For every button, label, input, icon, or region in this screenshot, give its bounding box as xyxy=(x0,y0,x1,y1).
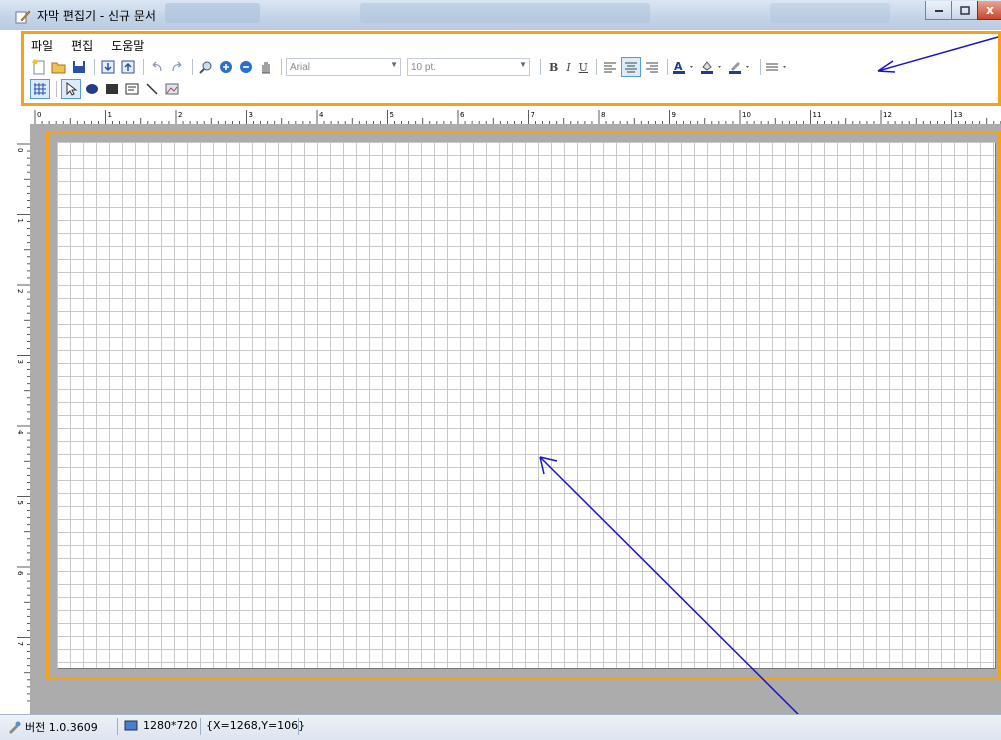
save-icon[interactable] xyxy=(70,58,88,76)
background-blur xyxy=(770,3,890,23)
export-icon[interactable] xyxy=(119,58,137,76)
font-size-value: 10 pt. xyxy=(411,61,437,73)
resolution-text: 1280*720 xyxy=(143,719,198,732)
ruler-label: 5 xyxy=(17,501,24,505)
ruler-label: 13 xyxy=(954,111,963,119)
ruler-label: 2 xyxy=(17,289,24,293)
status-separator xyxy=(200,718,201,735)
coords-text: {X=1268,Y=106} xyxy=(206,719,306,732)
menu-help[interactable]: 도움말 xyxy=(111,37,144,55)
ruler-label: 0 xyxy=(37,111,41,119)
window-title: 자막 편집기 - 신규 문서 xyxy=(37,9,156,23)
font-size-select[interactable]: 10 pt. ▼ xyxy=(407,58,530,76)
chevron-down-icon: ▼ xyxy=(390,60,398,69)
version-text: 버전 1.0.3609 xyxy=(25,721,98,734)
ruler-label: 4 xyxy=(319,111,324,119)
font-color-icon[interactable]: A xyxy=(672,58,698,76)
subtitle-canvas[interactable] xyxy=(57,142,995,668)
toolbar-separator xyxy=(56,81,57,97)
main-toolbar: Arial ▼ 10 pt. ▼ B I U A xyxy=(30,57,793,77)
horizontal-ruler-ticks: 0 1 2 3 4 5 6 7 8 9 10 11 12 13 xyxy=(34,110,1001,124)
ruler-label: 7 xyxy=(17,642,24,646)
zoom-out-icon[interactable] xyxy=(237,58,255,76)
ruler-label: 1 xyxy=(17,219,24,223)
ruler-label: 7 xyxy=(531,111,535,119)
zoom-icon[interactable] xyxy=(197,58,215,76)
ruler-label: 3 xyxy=(249,111,253,119)
status-separator xyxy=(298,718,299,735)
status-version: 버전 1.0.3609 xyxy=(7,719,98,735)
ruler-label: 2 xyxy=(178,111,182,119)
ellipse-tool-icon[interactable] xyxy=(83,80,101,98)
background-blur xyxy=(165,3,260,23)
status-coords: {X=1268,Y=106} xyxy=(206,719,305,732)
chevron-down-icon: ▼ xyxy=(519,60,527,69)
text-box-tool-icon[interactable] xyxy=(123,80,141,98)
font-family-select[interactable]: Arial ▼ xyxy=(286,58,401,76)
line-color-icon[interactable] xyxy=(728,58,754,76)
align-right-icon[interactable] xyxy=(643,58,661,76)
close-icon: x xyxy=(986,3,994,17)
toolbar-separator xyxy=(143,59,144,75)
ruler-label: 6 xyxy=(17,571,24,576)
ruler-label: 8 xyxy=(601,111,605,119)
monitor-icon xyxy=(124,720,138,730)
maximize-button[interactable] xyxy=(951,1,978,20)
minimize-button[interactable] xyxy=(925,1,952,20)
ruler-label: 5 xyxy=(390,111,394,119)
open-folder-icon[interactable] xyxy=(50,58,68,76)
horizontal-ruler: 0 1 2 3 4 5 6 7 8 9 10 11 12 13 xyxy=(21,110,1001,125)
bold-button[interactable]: B xyxy=(549,61,558,74)
title-bar: 자막 편집기 - 신규 문서 x xyxy=(0,0,1001,30)
rectangle-tool-icon[interactable] xyxy=(103,80,121,98)
line-tool-icon[interactable] xyxy=(143,80,161,98)
underline-button[interactable]: U xyxy=(579,61,588,74)
fill-color-icon[interactable] xyxy=(700,58,726,76)
status-separator xyxy=(117,718,118,735)
font-family-value: Arial xyxy=(290,61,311,73)
ruler-label: 4 xyxy=(17,430,24,435)
toolbar-separator xyxy=(759,59,761,75)
toolbar-separator xyxy=(540,59,541,75)
background-blur xyxy=(360,3,650,23)
undo-icon[interactable] xyxy=(148,58,166,76)
ruler-label: 1 xyxy=(108,111,112,119)
ruler-label: 3 xyxy=(17,360,24,364)
ruler-label: 12 xyxy=(883,111,892,119)
align-center-icon[interactable] xyxy=(620,57,641,77)
toolbar-separator xyxy=(94,59,95,75)
menu-file[interactable]: 파일 xyxy=(31,37,53,55)
zoom-in-icon[interactable] xyxy=(217,58,235,76)
menu-edit[interactable]: 편집 xyxy=(71,37,93,55)
status-resolution: 1280*720 xyxy=(124,719,198,732)
import-icon[interactable] xyxy=(99,58,117,76)
new-document-icon[interactable] xyxy=(30,58,48,76)
ruler-label: 10 xyxy=(742,111,751,119)
line-style-icon[interactable] xyxy=(765,58,791,76)
image-tool-icon[interactable] xyxy=(163,80,181,98)
pointer-select-icon[interactable] xyxy=(61,79,81,99)
menu-bar: 파일 편집 도움말 xyxy=(31,37,144,55)
align-left-icon[interactable] xyxy=(601,58,619,76)
vertical-ruler: 0 1 2 3 4 5 6 7 xyxy=(16,124,31,714)
version-icon xyxy=(9,721,21,734)
italic-button[interactable]: I xyxy=(566,61,570,74)
grid-toggle-icon[interactable] xyxy=(30,79,50,99)
left-margin xyxy=(0,30,17,714)
toolbar-separator xyxy=(281,59,282,75)
status-bar: 버전 1.0.3609 1280*720 {X=1268,Y=106} xyxy=(0,714,1001,740)
app-icon xyxy=(15,9,31,25)
redo-icon[interactable] xyxy=(168,58,186,76)
close-button[interactable]: x xyxy=(977,1,1001,20)
toolbar-separator xyxy=(192,59,193,75)
toolbar-separator xyxy=(595,59,597,75)
drawing-toolbar xyxy=(30,79,183,99)
vertical-ruler-ticks: 0 1 2 3 4 5 6 7 xyxy=(16,143,30,702)
toolbar-separator xyxy=(666,59,668,75)
ruler-label: 11 xyxy=(813,111,822,119)
ruler-label: 9 xyxy=(672,111,676,119)
hand-pan-icon[interactable] xyxy=(257,58,275,76)
ruler-label: 6 xyxy=(460,111,465,119)
ruler-label: 0 xyxy=(17,148,24,152)
